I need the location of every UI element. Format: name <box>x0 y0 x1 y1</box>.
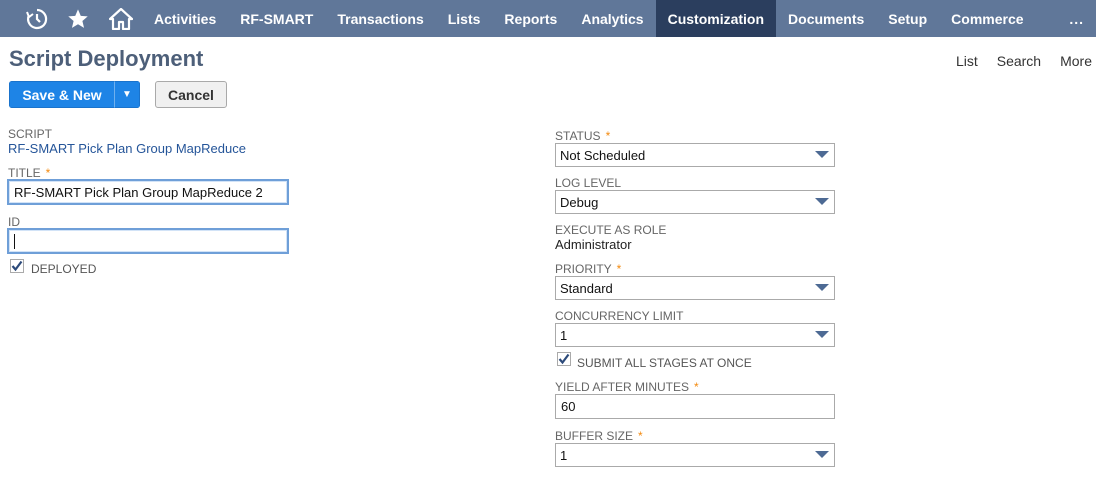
buffer-size-label: BUFFER SIZE * <box>555 429 643 443</box>
title-label-text: TITLE <box>8 166 41 180</box>
nav-analytics[interactable]: Analytics <box>569 0 655 37</box>
deployed-checkbox[interactable] <box>10 259 24 273</box>
nav-more-button[interactable]: ... <box>1057 0 1096 37</box>
save-new-button[interactable]: Save & New <box>9 81 114 108</box>
checkmark-icon <box>11 260 23 272</box>
top-navigation-bar: Activities RF-SMART Transactions Lists R… <box>0 0 1096 37</box>
nav-transactions[interactable]: Transactions <box>325 0 435 37</box>
yield-after-minutes-field[interactable]: 60 <box>555 394 835 419</box>
save-options-dropdown[interactable]: ▼ <box>114 81 140 108</box>
priority-label-text: PRIORITY <box>555 262 612 276</box>
nav-commerce[interactable]: Commerce <box>939 0 1035 37</box>
title-field-value: RF-SMART Pick Plan Group MapReduce 2 <box>14 184 263 200</box>
home-icon[interactable] <box>99 0 142 37</box>
log-level-select-value: Debug <box>560 194 599 210</box>
dropdown-arrow-icon <box>815 198 829 205</box>
nav-customization[interactable]: Customization <box>655 0 777 37</box>
nav-lists[interactable]: Lists <box>436 0 493 37</box>
priority-label: PRIORITY * <box>555 262 621 276</box>
status-label-text: STATUS <box>555 129 601 143</box>
log-level-label: LOG LEVEL <box>555 176 622 190</box>
id-label: ID <box>8 215 20 229</box>
cancel-button[interactable]: Cancel <box>155 81 227 108</box>
concurrency-limit-label: CONCURRENCY LIMIT <box>555 309 684 323</box>
status-required-marker: * <box>605 129 611 143</box>
concurrency-limit-select-value: 1 <box>560 327 568 343</box>
script-value-link[interactable]: RF-SMART Pick Plan Group MapReduce <box>8 141 246 156</box>
dropdown-arrow-icon <box>815 331 829 338</box>
status-select[interactable]: Not Scheduled <box>555 143 835 167</box>
dropdown-arrow-icon <box>815 151 829 158</box>
status-label: STATUS * <box>555 129 610 143</box>
deployed-label: DEPLOYED <box>31 262 97 276</box>
priority-select[interactable]: Standard <box>555 276 835 300</box>
star-icon[interactable] <box>56 0 99 37</box>
script-label: SCRIPT <box>8 127 53 141</box>
checkmark-icon <box>558 353 570 365</box>
nav-rf-smart[interactable]: RF-SMART <box>228 0 325 37</box>
nav-setup[interactable]: Setup <box>876 0 939 37</box>
dropdown-arrow-icon <box>815 451 829 458</box>
priority-required-marker: * <box>616 262 622 276</box>
execute-role-value: Administrator <box>555 237 632 252</box>
page-links: List Search More <box>956 53 1092 69</box>
yield-after-minutes-label: YIELD AFTER MINUTES * <box>555 380 699 394</box>
nav-documents[interactable]: Documents <box>776 0 876 37</box>
nav-activities[interactable]: Activities <box>142 0 228 37</box>
submit-all-stages-label: SUBMIT ALL STAGES AT ONCE <box>577 356 752 370</box>
save-new-button-group: Save & New ▼ <box>9 81 140 108</box>
chevron-down-icon: ▼ <box>122 89 132 100</box>
page-title: Script Deployment <box>9 46 204 71</box>
submit-all-stages-checkbox[interactable] <box>557 352 571 366</box>
buffer-size-select-value: 1 <box>560 447 568 463</box>
log-level-select[interactable]: Debug <box>555 190 835 214</box>
yield-field-value: 60 <box>561 399 576 414</box>
nav-reports[interactable]: Reports <box>492 0 569 37</box>
buffer-label-text: BUFFER SIZE <box>555 429 634 443</box>
execute-role-label: EXECUTE AS ROLE <box>555 223 667 237</box>
buffer-required-marker: * <box>638 429 643 443</box>
more-link[interactable]: More <box>1060 53 1092 69</box>
status-select-value: Not Scheduled <box>560 147 646 163</box>
concurrency-limit-select[interactable]: 1 <box>555 323 835 347</box>
search-link[interactable]: Search <box>997 53 1041 69</box>
dropdown-arrow-icon <box>815 284 829 291</box>
yield-label-text: YIELD AFTER MINUTES <box>555 380 690 394</box>
priority-select-value: Standard <box>560 280 613 296</box>
title-field[interactable]: RF-SMART Pick Plan Group MapReduce 2 <box>7 179 289 205</box>
yield-required-marker: * <box>694 380 699 394</box>
id-field[interactable] <box>7 228 289 254</box>
recent-icon[interactable] <box>18 0 56 37</box>
title-required-marker: * <box>45 166 51 180</box>
text-cursor <box>14 233 15 249</box>
title-label: TITLE * <box>8 166 50 180</box>
buffer-size-select[interactable]: 1 <box>555 443 835 467</box>
list-link[interactable]: List <box>956 53 978 69</box>
